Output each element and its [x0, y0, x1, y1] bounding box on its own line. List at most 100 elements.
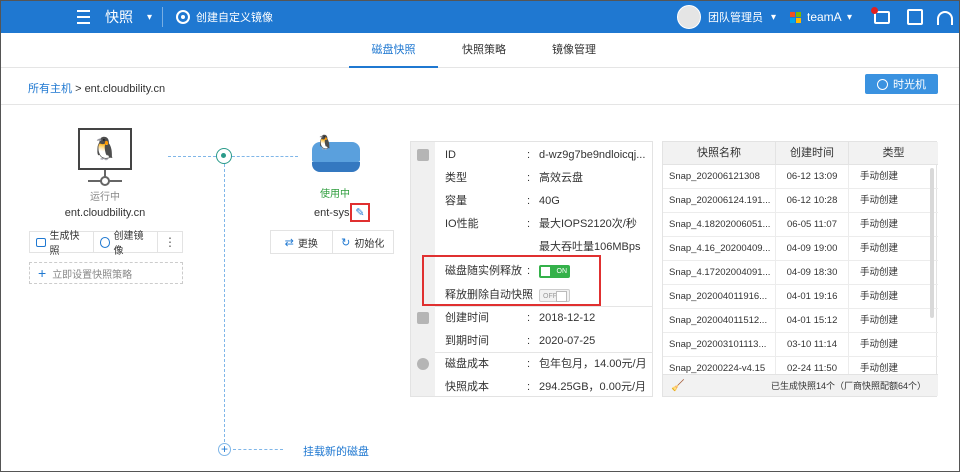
tab-snapshot-policy[interactable]: 快照策略: [449, 34, 519, 68]
top-bar: 快照 ▾ 创建自定义镜像 团队管理员 ▾ teamA ▾: [1, 1, 959, 33]
snapshot-type-cell: 手动创建: [860, 171, 899, 182]
info-disk-cost-label: 磁盘成本: [445, 358, 489, 370]
replace-disk-button[interactable]: ⇄ 更换: [271, 231, 333, 253]
snapshot-name-cell: Snap_4.16_20200409...: [663, 237, 776, 260]
snapshot-time-cell: 06-05 11:07: [776, 213, 849, 236]
avatar[interactable]: [677, 5, 701, 29]
team-name[interactable]: teamA: [807, 1, 842, 33]
snapshot-name-cell: Snap_20200310​1113...: [663, 333, 776, 356]
info-created-value: 2018-12-12: [539, 312, 596, 324]
info-created-label: 创建时间: [445, 312, 489, 324]
highlight-box: [422, 255, 601, 306]
initialize-disk-label: 初始化: [354, 238, 385, 250]
network-node-icon: [100, 176, 110, 186]
info-expire-row: 到期时间:2020-07-25: [445, 329, 595, 353]
info-capacity-row: 容量:40G: [445, 189, 560, 213]
snapshot-name-cell: Snap_4.17202004091...: [663, 261, 776, 284]
windows-icon: [790, 12, 801, 23]
column-header-type[interactable]: 类型: [849, 142, 938, 164]
create-image-label: 创建镜像: [113, 231, 144, 257]
add-disk-icon[interactable]: +: [218, 443, 231, 456]
info-expire-value: 2020-07-25: [539, 335, 596, 347]
snapshot-type-cell: 手动创建: [860, 219, 899, 230]
table-row[interactable]: Snap_4.16_20200409... 04-09 19:00 手动创建: [663, 237, 938, 261]
swap-icon: ⇄: [284, 236, 294, 249]
column-header-name[interactable]: 快照名称: [663, 142, 776, 164]
connector-line: [224, 164, 225, 442]
scrollbar[interactable]: [930, 168, 934, 318]
connector-line: [233, 449, 283, 450]
calendar-icon: [417, 312, 429, 324]
create-custom-image-label: 创建自定义镜像: [196, 12, 273, 24]
table-row[interactable]: Snap_20200310​1113... 03-10 11:14 手动创建: [663, 333, 938, 357]
chevron-down-icon[interactable]: ▾: [847, 1, 852, 33]
host-status: 运行中: [90, 192, 120, 203]
table-row[interactable]: Snap_4.17202004091... 04-09 18:30 手动创建: [663, 261, 938, 285]
tab-image-management[interactable]: 镜像管理: [539, 34, 609, 68]
info-id-row: ID: d-wz9g7be9ndloicqj...: [445, 143, 645, 167]
create-image-button[interactable]: 创建镜像: [94, 231, 158, 257]
snapshot-type-cell: 手动创建: [860, 339, 899, 350]
initialize-disk-button[interactable]: ↻ 初始化: [333, 231, 394, 253]
table-row[interactable]: Snap_20200401​1916... 04-01 19:16 手动创建: [663, 285, 938, 309]
chevron-down-icon[interactable]: ▾: [771, 1, 776, 33]
mount-new-disk-link[interactable]: 挂载新的磁盘: [303, 443, 369, 459]
tab-disk-snapshot[interactable]: 磁盘快照: [349, 34, 438, 68]
tasks-icon[interactable]: [907, 9, 923, 25]
disk-icon: 🐧: [312, 134, 360, 172]
table-row[interactable]: Snap_4.18202006051... 06-05 11:07 手动创建: [663, 213, 938, 237]
tab-bar: 磁盘快照 快照策略 镜像管理: [1, 34, 959, 68]
info-snap-cost-row: 快照成本:294.25GB，0.00元/月: [445, 375, 646, 399]
menu-icon[interactable]: [77, 1, 93, 33]
refresh-icon: ↻: [341, 236, 351, 249]
info-capacity-label: 容量: [445, 195, 467, 207]
snapshot-type-cell: 手动创建: [860, 243, 899, 254]
more-icon[interactable]: ⋮: [158, 235, 182, 249]
snapshot-name-cell: Snap_20200612​4.191...: [663, 189, 776, 212]
create-snapshot-label: 生成快照: [49, 231, 80, 257]
user-name[interactable]: 团队管理员: [708, 1, 763, 33]
divider: [1, 104, 959, 105]
breadcrumb-current: ent.cloudbility.cn: [84, 83, 166, 95]
create-custom-image-button[interactable]: 创建自定义镜像: [176, 1, 273, 33]
column-header-time[interactable]: 创建时间: [776, 142, 849, 164]
info-id-value: d-wz9g7be9ndloicqj...: [539, 149, 646, 161]
plus-circle-icon: [100, 236, 111, 248]
snapshot-type-cell: 手动创建: [860, 267, 899, 278]
app-title: 快照: [105, 9, 133, 25]
table-row[interactable]: Snap_202006121308 06-12 13:09 手动创建: [663, 165, 938, 189]
table-row[interactable]: Snap_20200612​4.191... 06-12 10:28 手动创建: [663, 189, 938, 213]
table-row[interactable]: Snap_20200401​1512... 04-01 15:12 手动创建: [663, 309, 938, 333]
info-type-row: 类型: 高效云盘: [445, 166, 583, 190]
info-disk-cost-value: 包年包月，14.00元/月: [539, 358, 647, 370]
info-io-label: IO性能: [445, 218, 479, 230]
headset-icon[interactable]: [937, 11, 953, 25]
snapshot-type-cell: 手动创建: [860, 291, 899, 302]
connection-node-icon: [216, 148, 232, 164]
host-monitor-icon: 🐧: [78, 128, 132, 170]
divider: [162, 7, 163, 27]
disk-actions: ⇄ 更换 ↻ 初始化: [270, 230, 394, 254]
create-snapshot-button[interactable]: 生成快照: [30, 231, 94, 257]
set-policy-button[interactable]: + 立即设置快照策略: [29, 262, 183, 284]
time-machine-button[interactable]: 时光机: [865, 74, 938, 94]
connector-line: [168, 156, 216, 157]
snapshot-time-cell: 06-12 10:28: [776, 189, 849, 212]
snapshot-count: 已生成快照14个（厂商快照配额64个）: [770, 381, 926, 391]
snapshot-table: 快照名称 创建时间 类型 Snap_202006121308 06-12 13:0…: [662, 141, 938, 397]
disk-small-icon: [417, 149, 429, 161]
info-expire-label: 到期时间: [445, 335, 489, 347]
edit-icon[interactable]: ✎: [350, 203, 370, 222]
plus-icon: +: [38, 265, 47, 281]
snapshot-time-cell: 04-09 18:30: [776, 261, 849, 284]
clean-icon[interactable]: 🧹: [671, 380, 685, 392]
info-snap-cost-value: 294.25GB，0.00元/月: [539, 381, 647, 393]
connector-line: [232, 156, 298, 157]
chevron-down-icon[interactable]: ▾: [147, 1, 152, 33]
time-machine-label: 时光机: [893, 79, 926, 91]
info-throughput-value: 最大吞吐量106MBps: [539, 241, 641, 253]
snapshot-name-cell: Snap_202006121308: [663, 165, 776, 188]
replace-disk-label: 更换: [297, 238, 318, 250]
image-icon: [176, 10, 190, 24]
breadcrumb-all-hosts[interactable]: 所有主机: [28, 83, 72, 95]
